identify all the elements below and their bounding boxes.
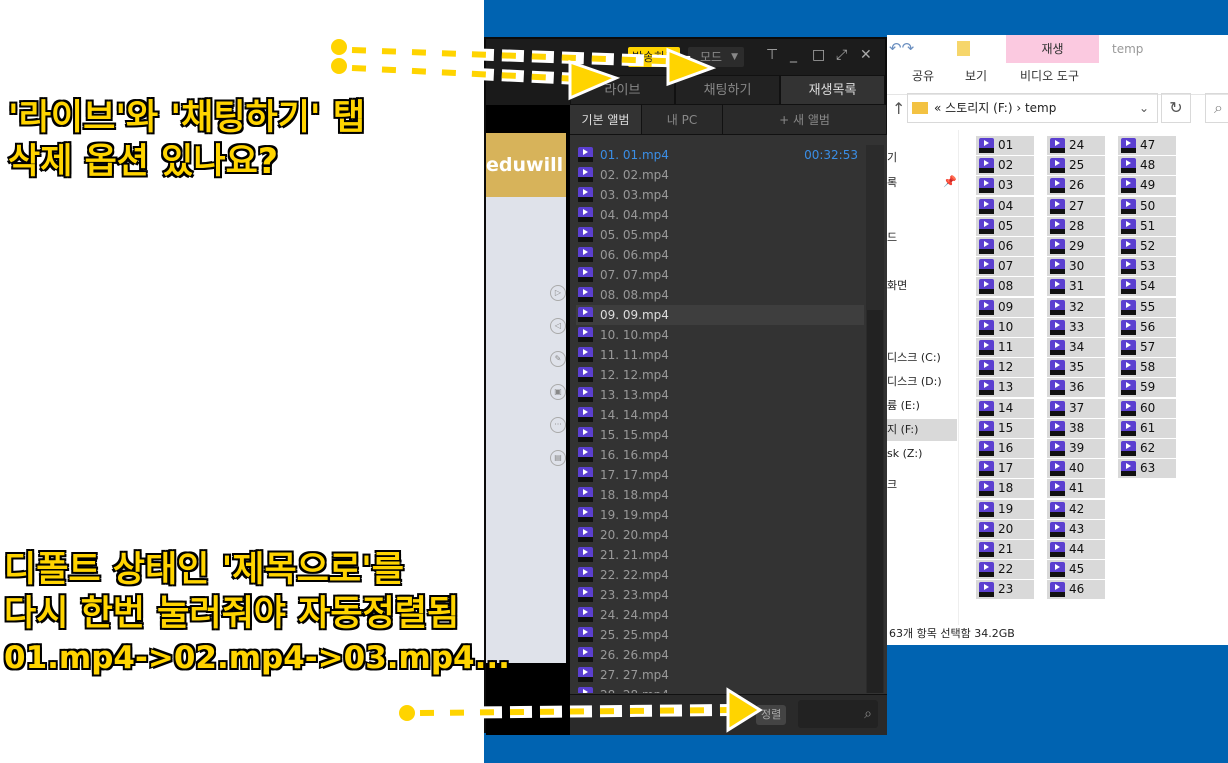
- annotation-arrows: [331, 39, 763, 733]
- arrow-to-tabs: [331, 39, 717, 101]
- arrow-to-sort: [399, 687, 763, 733]
